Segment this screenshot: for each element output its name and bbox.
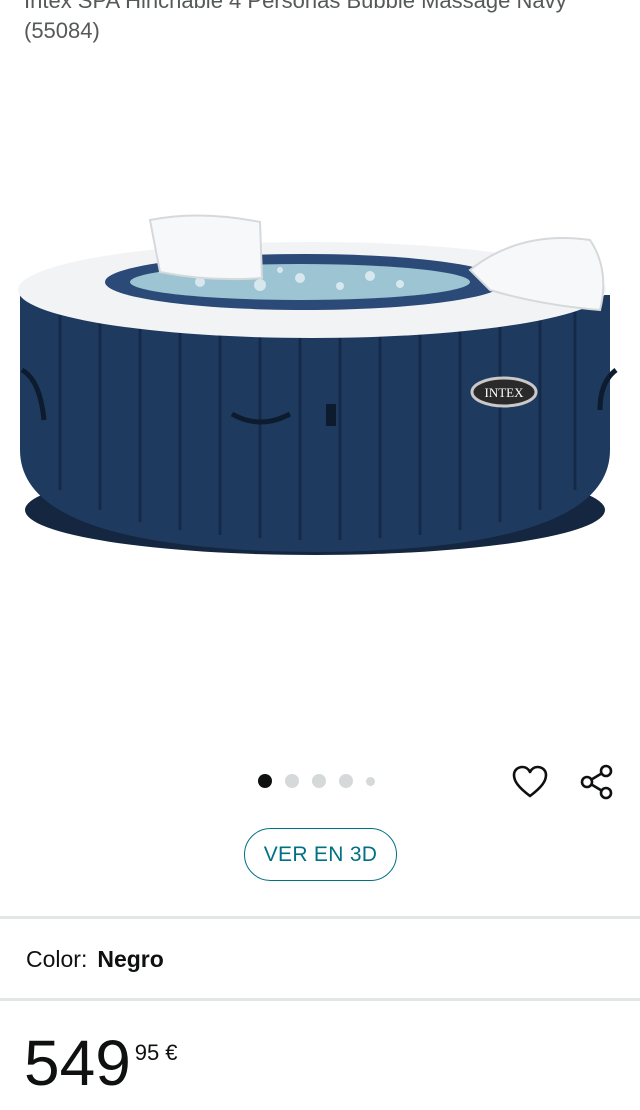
- gallery-dot-1[interactable]: [258, 774, 272, 788]
- gallery-dot-3[interactable]: [312, 774, 326, 788]
- product-title: Intex SPA Hinchable 4 Personas Bubble Ma…: [24, 0, 567, 43]
- view-in-3d-button[interactable]: VER EN 3D: [244, 828, 397, 881]
- gallery-pagination: [258, 774, 375, 788]
- price-fraction: 95: [134, 1040, 160, 1065]
- wishlist-button[interactable]: [510, 762, 550, 802]
- share-button[interactable]: [577, 762, 617, 802]
- price: 549 95 €: [24, 1028, 178, 1098]
- product-image[interactable]: INTEX: [0, 190, 640, 570]
- section-divider: [0, 998, 640, 1001]
- price-currency: €: [165, 1040, 178, 1065]
- brand-logo: INTEX: [485, 385, 525, 400]
- gallery-dot-4[interactable]: [339, 774, 353, 788]
- share-icon: [580, 764, 613, 800]
- heart-icon: [512, 765, 548, 798]
- color-label: Color:: [26, 946, 88, 972]
- section-divider: [0, 916, 640, 919]
- color-value: Negro: [97, 946, 164, 972]
- price-whole: 549: [24, 1027, 131, 1099]
- color-selector[interactable]: Color: Negro: [26, 946, 164, 973]
- gallery-dot-2[interactable]: [285, 774, 299, 788]
- gallery-dot-5[interactable]: [366, 776, 375, 786]
